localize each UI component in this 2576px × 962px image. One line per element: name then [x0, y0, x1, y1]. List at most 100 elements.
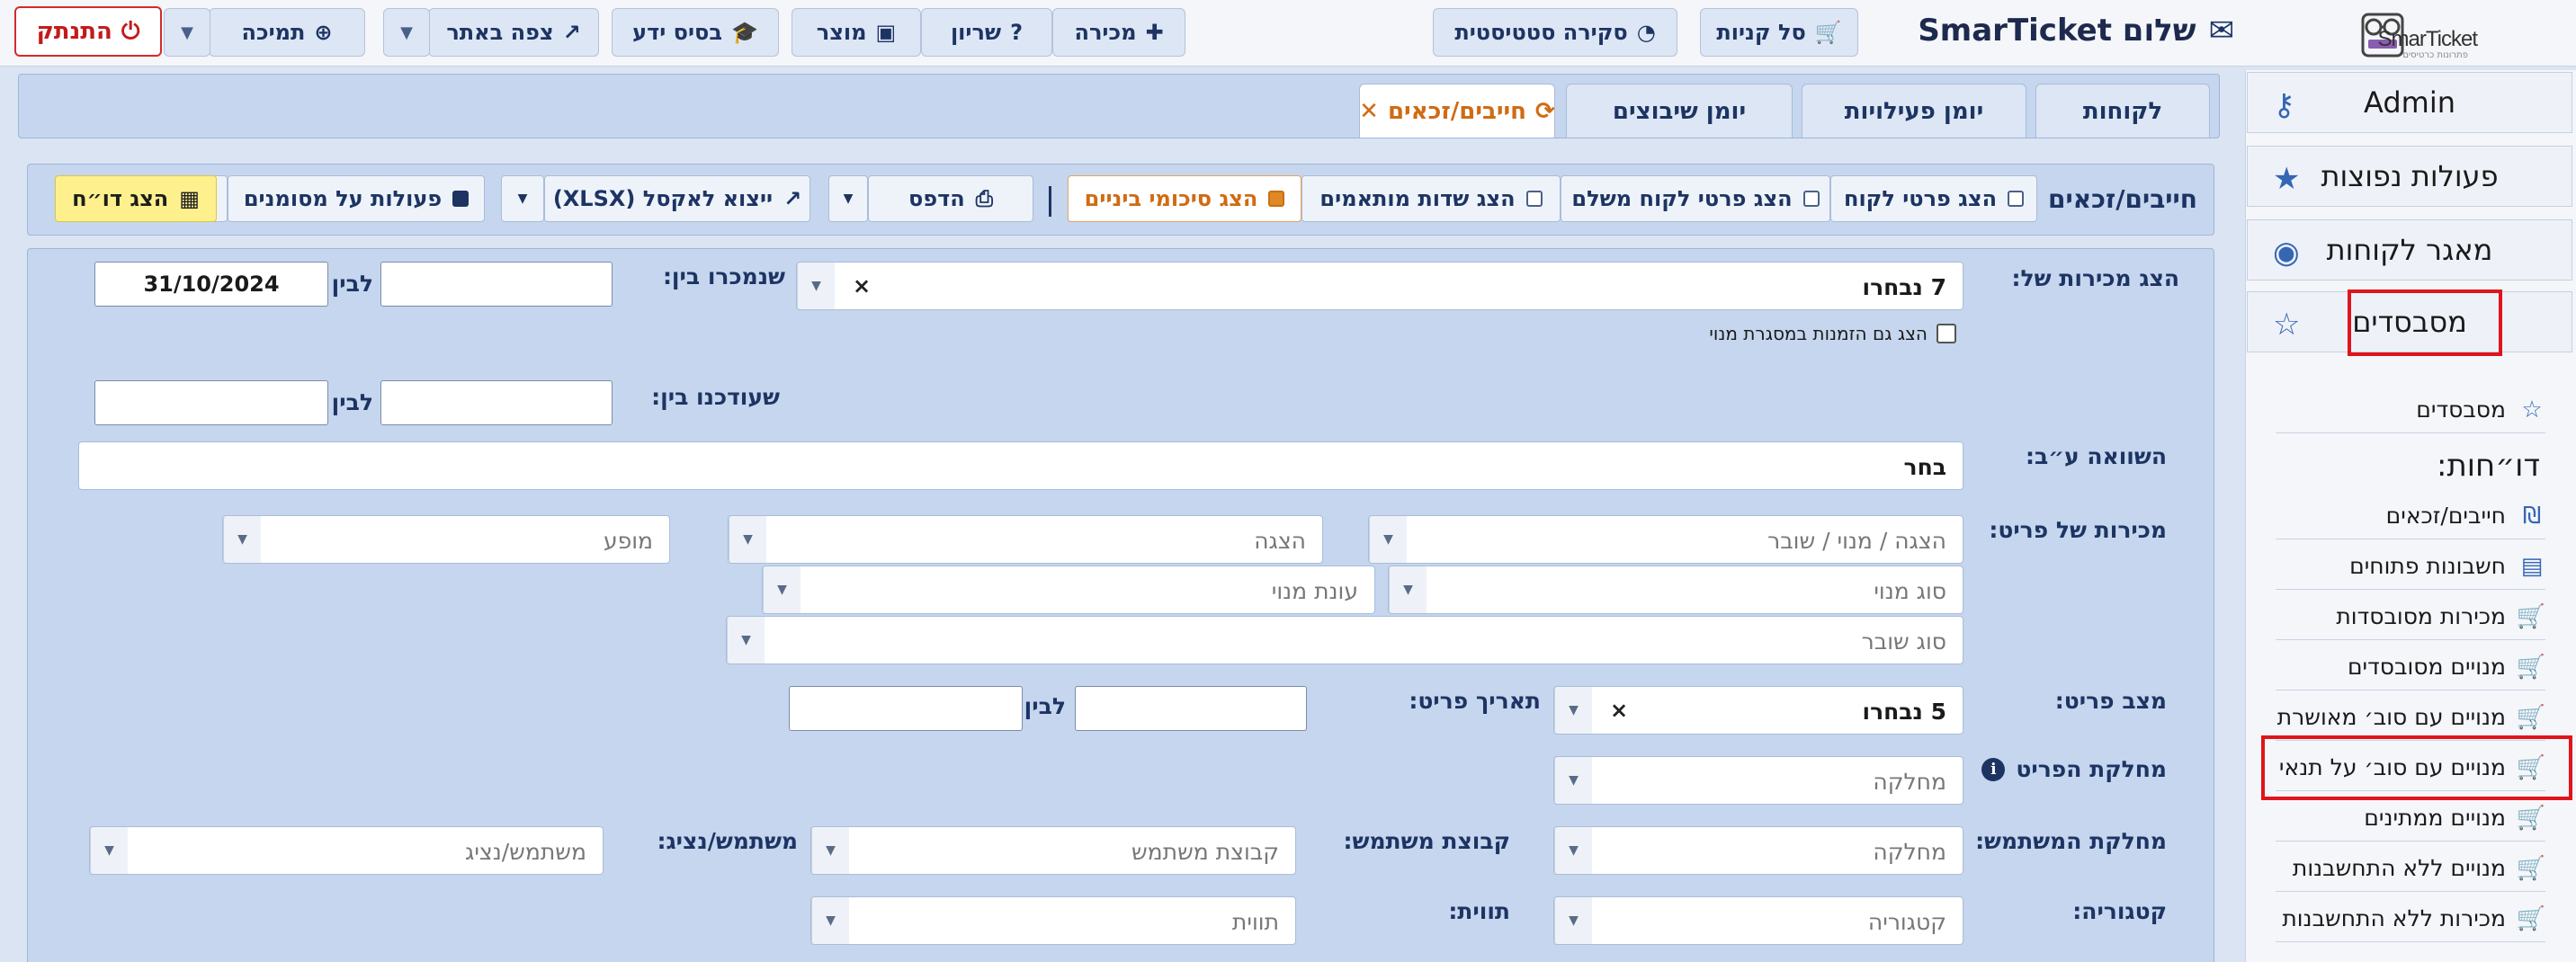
print-button[interactable]: ⎙ הדפס: [868, 175, 1033, 222]
chevron-down-icon[interactable]: ▼: [1554, 687, 1592, 734]
updated-from-input[interactable]: [380, 380, 613, 425]
view-site-button[interactable]: ↗ צפה באתר: [428, 8, 599, 57]
knowledge-base-button[interactable]: 🎓 בסיס ידע: [612, 8, 779, 57]
item-state-select[interactable]: 5 נבחרו × ▼: [1553, 686, 1963, 735]
include-subs-checkbox-row[interactable]: הצג גם הזמנות במסגרת מנוי: [1709, 323, 1956, 344]
item-date-to-input[interactable]: [789, 686, 1023, 731]
brand-logo[interactable]: SmarTicket פתרונות כרטיסים: [2351, 5, 2486, 60]
sold-to-label: לבין: [331, 271, 373, 297]
show-select[interactable]: הצגה ▼: [728, 515, 1323, 564]
table-icon: ▦: [179, 186, 200, 211]
highlight-box-subsidizers: [2348, 289, 2502, 356]
voucher-type-select[interactable]: סוג שובר ▼: [726, 616, 1963, 664]
tab-seating-log[interactable]: יומן שיבוצים: [1566, 84, 1793, 138]
chevron-down-icon[interactable]: ▼: [729, 516, 766, 563]
clear-icon[interactable]: ×: [853, 273, 871, 298]
show-customer-toggle[interactable]: הצג פרטי לקוח: [1830, 175, 2037, 222]
chevron-down-icon[interactable]: ▼: [763, 566, 801, 613]
tab-strip: לקוחות יומן פעילויות יומן שיבוצים ⟳ חייב…: [18, 74, 2220, 138]
sidebar: Admin ⚷ פעולות נפוצות ★ מאגר לקוחות ◉ מס…: [2245, 70, 2576, 962]
close-tab-icon[interactable]: ✕: [1359, 98, 1379, 125]
show-custom-fields-toggle[interactable]: הצג שדות מותאמים: [1301, 175, 1561, 222]
checkbox-checked-icon: [1268, 191, 1285, 207]
show-sub-voucher-select[interactable]: הצגה / מנוי / שובר ▼: [1368, 515, 1963, 564]
support-button[interactable]: ⊕ תמיכה: [209, 8, 365, 57]
checkbox-checked-icon: [452, 191, 470, 207]
chevron-down-icon[interactable]: ▼: [1554, 827, 1592, 874]
report-link-approved-subs[interactable]: 🛒 מנויים עם סוב׳ מאושרת: [2276, 694, 2545, 741]
item-date-label: תאריך פריט:: [1409, 688, 1541, 714]
logout-button[interactable]: ⏻ התנתק: [14, 6, 162, 57]
cart-button[interactable]: 🛒 סל קניות: [1700, 8, 1858, 57]
tab-activity-log[interactable]: יומן פעילויות: [1802, 84, 2026, 138]
chevron-down-icon[interactable]: ▼: [727, 617, 765, 664]
view-site-dropdown[interactable]: ▼: [383, 8, 430, 57]
chevron-down-icon[interactable]: ▼: [797, 263, 835, 309]
cart-icon: 🛒: [2516, 703, 2545, 731]
print-dropdown[interactable]: ▼: [828, 175, 868, 222]
sold-from-input[interactable]: [380, 262, 613, 307]
marked-actions-button[interactable]: פעולות על מסומנים: [228, 175, 485, 222]
question-circle-icon: ?: [1010, 20, 1024, 45]
chevron-down-icon[interactable]: ▼: [90, 827, 128, 874]
chevron-down-icon[interactable]: ▼: [1389, 566, 1427, 613]
sidebar-link-subsidizers[interactable]: ☆ מסבסדים: [2276, 387, 2545, 433]
reserve-button[interactable]: ? שריון: [921, 8, 1052, 57]
user-dept-label: מחלקת המשתמש:: [1975, 828, 2167, 854]
item-dept-select[interactable]: מחלקה ▼: [1553, 756, 1963, 805]
user-dept-select[interactable]: מחלקה ▼: [1553, 826, 1963, 875]
top-bar: SmarTicket פתרונות כרטיסים ✉ שלום SmarTi…: [0, 0, 2576, 67]
life-ring-icon: ⊕: [314, 20, 333, 45]
support-dropdown[interactable]: ▼: [164, 8, 210, 57]
report-link-debtors[interactable]: ₪ חייבים/זכאים: [2276, 493, 2545, 539]
tab-debtors[interactable]: ⟳ חייבים/זכאים ✕: [1359, 84, 1555, 138]
performance-select[interactable]: מופע ▼: [222, 515, 670, 564]
caret-down-icon: ▼: [843, 192, 854, 206]
sidebar-item-common-actions[interactable]: פעולות נפוצות ★: [2247, 146, 2572, 207]
cart-icon: 🛒: [2516, 804, 2545, 832]
report-link-pending-subs[interactable]: 🛒 מנויים ממתינים: [2276, 795, 2545, 842]
user-group-select[interactable]: קבוצת משתמש ▼: [810, 826, 1296, 875]
sidebar-item-customers[interactable]: מאגר לקוחות ◉: [2247, 219, 2572, 281]
tags-select[interactable]: תווית ▼: [810, 896, 1296, 945]
report-link-unsettled-sales[interactable]: 🛒 מכירות ללא התחשבנות: [2276, 895, 2545, 942]
item-date-to-label: לבין: [1024, 693, 1066, 719]
info-icon[interactable]: i: [1981, 757, 2006, 781]
report-link-subsidized-sales[interactable]: 🛒 מכירות מסובסדות: [2276, 593, 2545, 640]
cart-icon: 🛒: [2516, 602, 2545, 630]
report-link-subsidized-subs[interactable]: 🛒 מנויים מסובסדים: [2276, 644, 2545, 690]
sub-type-select[interactable]: סוג מנוי ▼: [1388, 566, 1963, 614]
clear-icon[interactable]: ×: [1610, 698, 1628, 723]
chevron-down-icon[interactable]: ▼: [1369, 516, 1407, 563]
chevron-down-icon[interactable]: ▼: [223, 516, 261, 563]
compare-select[interactable]: בחר: [78, 441, 1963, 490]
sidebar-item-admin[interactable]: Admin ⚷: [2247, 72, 2572, 133]
report-link-unsettled-subs[interactable]: 🛒 מנויים ללא התחשבנות: [2276, 845, 2545, 892]
sold-to-input[interactable]: 31/10/2024: [94, 262, 328, 307]
export-xlsx-button[interactable]: ↗ ייצוא לאקסל (XLSX): [544, 175, 810, 222]
user-select[interactable]: משתמש/נציג ▼: [89, 826, 604, 875]
export-dropdown[interactable]: ▼: [501, 175, 544, 222]
show-report-button[interactable]: ▦ הצג דו״ח: [55, 175, 217, 222]
item-date-from-input[interactable]: [1075, 686, 1307, 731]
tab-customers[interactable]: לקוחות: [2035, 84, 2210, 138]
chevron-down-icon[interactable]: ▼: [1554, 897, 1592, 944]
stats-button[interactable]: ◔ סקירה סטטיסטית: [1433, 8, 1677, 57]
shekel-icon: ₪: [2522, 502, 2542, 530]
product-button[interactable]: ▣ מוצר: [792, 8, 921, 57]
sale-button[interactable]: ✚ מכירה: [1052, 8, 1185, 57]
envelope-icon[interactable]: ✉: [2209, 13, 2235, 49]
include-subs-checkbox[interactable]: [1936, 324, 1956, 343]
chevron-down-icon[interactable]: ▼: [811, 897, 849, 944]
show-payer-toggle[interactable]: הצג פרטי לקוח משלם: [1561, 175, 1830, 222]
refresh-icon[interactable]: ⟳: [1535, 98, 1555, 125]
chevron-down-icon[interactable]: ▼: [811, 827, 849, 874]
updated-to-input[interactable]: [94, 380, 328, 425]
season-select[interactable]: עונת מנוי ▼: [762, 566, 1375, 614]
category-select[interactable]: קטגוריה ▼: [1553, 896, 1963, 945]
sales-of-select[interactable]: 7 נבחרו × ▼: [796, 262, 1963, 310]
chevron-down-icon[interactable]: ▼: [1554, 757, 1592, 804]
show-subtotals-toggle[interactable]: הצג סיכומי ביניים: [1068, 175, 1301, 222]
reports-title: דו״חות:: [2436, 448, 2540, 484]
report-link-open-accounts[interactable]: ▤ חשבונות פתוחים: [2276, 543, 2545, 590]
